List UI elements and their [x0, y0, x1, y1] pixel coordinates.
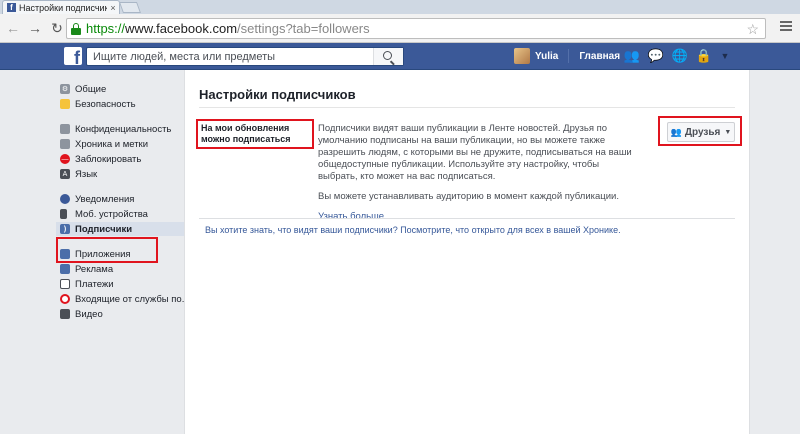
browser-tab-strip: f Настройки подписчиков ×: [0, 0, 800, 14]
support-icon: [60, 294, 70, 304]
url-domain: www.facebook.com: [125, 21, 238, 36]
account-menu-dropdown-icon[interactable]: ▼: [720, 48, 730, 64]
notifications-globe-icon[interactable]: 🌐: [672, 48, 688, 64]
facebook-header: f Yulia Главная 👥 💬 🌐 🔒 ▼: [0, 43, 800, 70]
sidebar-group-2: Конфиденциальность Хроника и метки — Заб…: [56, 122, 184, 181]
sidebar-item-timeline[interactable]: Хроника и метки: [56, 137, 184, 151]
sidebar-item-label: Моб. устройства: [75, 208, 148, 220]
sidebar-item-notifications[interactable]: Уведомления: [56, 192, 184, 206]
sidebar-item-label: Безопасность: [75, 98, 136, 110]
privacy-lock-icon[interactable]: 🔒: [696, 48, 712, 64]
sidebar-item-label: Реклама: [75, 263, 114, 275]
url-path: /settings?tab=followers: [237, 21, 370, 36]
learn-more-link[interactable]: Узнать больше.: [318, 211, 387, 222]
search-input[interactable]: [93, 50, 373, 63]
user-name[interactable]: Yulia: [535, 51, 558, 62]
sidebar-item-label: Платежи: [75, 278, 114, 290]
ads-icon: [60, 264, 70, 274]
sidebar-item-blocking[interactable]: — Заблокировать: [56, 152, 184, 166]
sidebar-item-label: Заблокировать: [75, 153, 142, 165]
forward-arrow-icon[interactable]: →: [26, 19, 44, 37]
sidebar-item-security[interactable]: Безопасность: [56, 97, 184, 111]
annotation-box-followers-item: [56, 237, 158, 263]
shield-icon: [60, 99, 70, 109]
sidebar-group-1: ⚙ Общие Безопасность: [56, 82, 184, 111]
sidebar-item-payments[interactable]: Платежи: [56, 277, 184, 291]
settings-sidebar: ⚙ Общие Безопасность Конфиденциальность …: [56, 82, 190, 332]
sidebar-item-label: Уведомления: [75, 193, 135, 205]
sidebar-item-label: Конфиденциальность: [75, 123, 172, 135]
view-as-public-link[interactable]: Вы хотите знать, что видят ваши подписчи…: [205, 225, 621, 235]
sidebar-item-video[interactable]: Видео: [56, 307, 184, 321]
new-tab-button[interactable]: [118, 2, 142, 13]
sidebar-item-support-inbox[interactable]: Входящие от службы по...: [56, 292, 190, 306]
tab-close-icon[interactable]: ×: [107, 3, 119, 13]
timeline-icon: [60, 139, 70, 149]
avatar[interactable]: [514, 48, 530, 64]
sidebar-item-label: Видео: [75, 308, 103, 320]
sidebar-item-general[interactable]: ⚙ Общие: [56, 82, 184, 96]
sidebar-item-ads[interactable]: Реклама: [56, 262, 184, 276]
lock-icon: [60, 124, 70, 134]
sidebar-item-mobile[interactable]: Моб. устройства: [56, 207, 184, 221]
messages-icon[interactable]: 💬: [648, 48, 664, 64]
facebook-search-box: [86, 47, 404, 66]
address-bar[interactable]: https://www.facebook.com/settings?tab=fo…: [66, 18, 766, 39]
friend-requests-icon[interactable]: 👥: [624, 48, 640, 64]
gear-icon: ⚙: [60, 84, 70, 94]
sidebar-item-followers[interactable]: ) Подписчики: [56, 222, 184, 236]
video-icon: [60, 309, 70, 319]
description-paragraph: Подписчики видят ваши публикации в Ленте…: [318, 123, 632, 182]
mobile-icon: [60, 209, 67, 219]
reload-icon[interactable]: ↻: [48, 19, 66, 37]
secure-lock-icon: [71, 22, 81, 35]
title-divider: [199, 107, 735, 108]
facebook-logo-icon[interactable]: f: [64, 47, 82, 65]
annotation-box-setting-label: [196, 119, 314, 149]
profile-link[interactable]: Yulia Главная: [514, 48, 620, 64]
language-icon: A: [60, 169, 70, 179]
search-button[interactable]: [373, 48, 403, 65]
sidebar-item-label: Входящие от службы по...: [75, 293, 190, 305]
header-icons: 👥 💬 🌐 🔒 ▼: [624, 48, 730, 64]
sidebar-item-label: Хроника и метки: [75, 138, 149, 150]
payments-icon: [60, 279, 70, 289]
globe-icon: [60, 194, 70, 204]
back-arrow-icon[interactable]: ←: [4, 19, 22, 37]
browser-toolbar: ← → ↻ https://www.facebook.com/settings?…: [0, 14, 800, 43]
row-divider: [199, 218, 735, 219]
sidebar-item-label: Подписчики: [75, 223, 133, 235]
annotation-box-audience-button: [658, 116, 742, 146]
facebook-favicon-icon: f: [7, 3, 16, 12]
sidebar-item-privacy[interactable]: Конфиденциальность: [56, 122, 184, 136]
sidebar-item-label: Общие: [75, 83, 107, 95]
bookmark-star-icon[interactable]: ☆: [746, 21, 759, 38]
browser-menu-icon[interactable]: [780, 21, 792, 33]
block-icon: —: [60, 154, 70, 164]
header-divider: [568, 49, 570, 63]
home-link[interactable]: Главная: [579, 51, 620, 62]
tab-title: Настройки подписчиков: [19, 2, 107, 13]
setting-description: Подписчики видят ваши публикации в Ленте…: [318, 123, 640, 231]
browser-tab[interactable]: f Настройки подписчиков ×: [2, 0, 120, 14]
sidebar-item-label: Язык: [75, 168, 98, 180]
rss-icon: ): [60, 224, 70, 234]
search-icon: [383, 51, 392, 60]
page-title: Настройки подписчиков: [199, 87, 356, 102]
url-scheme: https://: [86, 21, 126, 36]
description-paragraph: Вы можете устанавливать аудиторию в моме…: [318, 191, 619, 202]
sidebar-group-3: Уведомления Моб. устройства ) Подписчики: [56, 192, 184, 236]
sidebar-item-language[interactable]: A Язык: [56, 167, 184, 181]
